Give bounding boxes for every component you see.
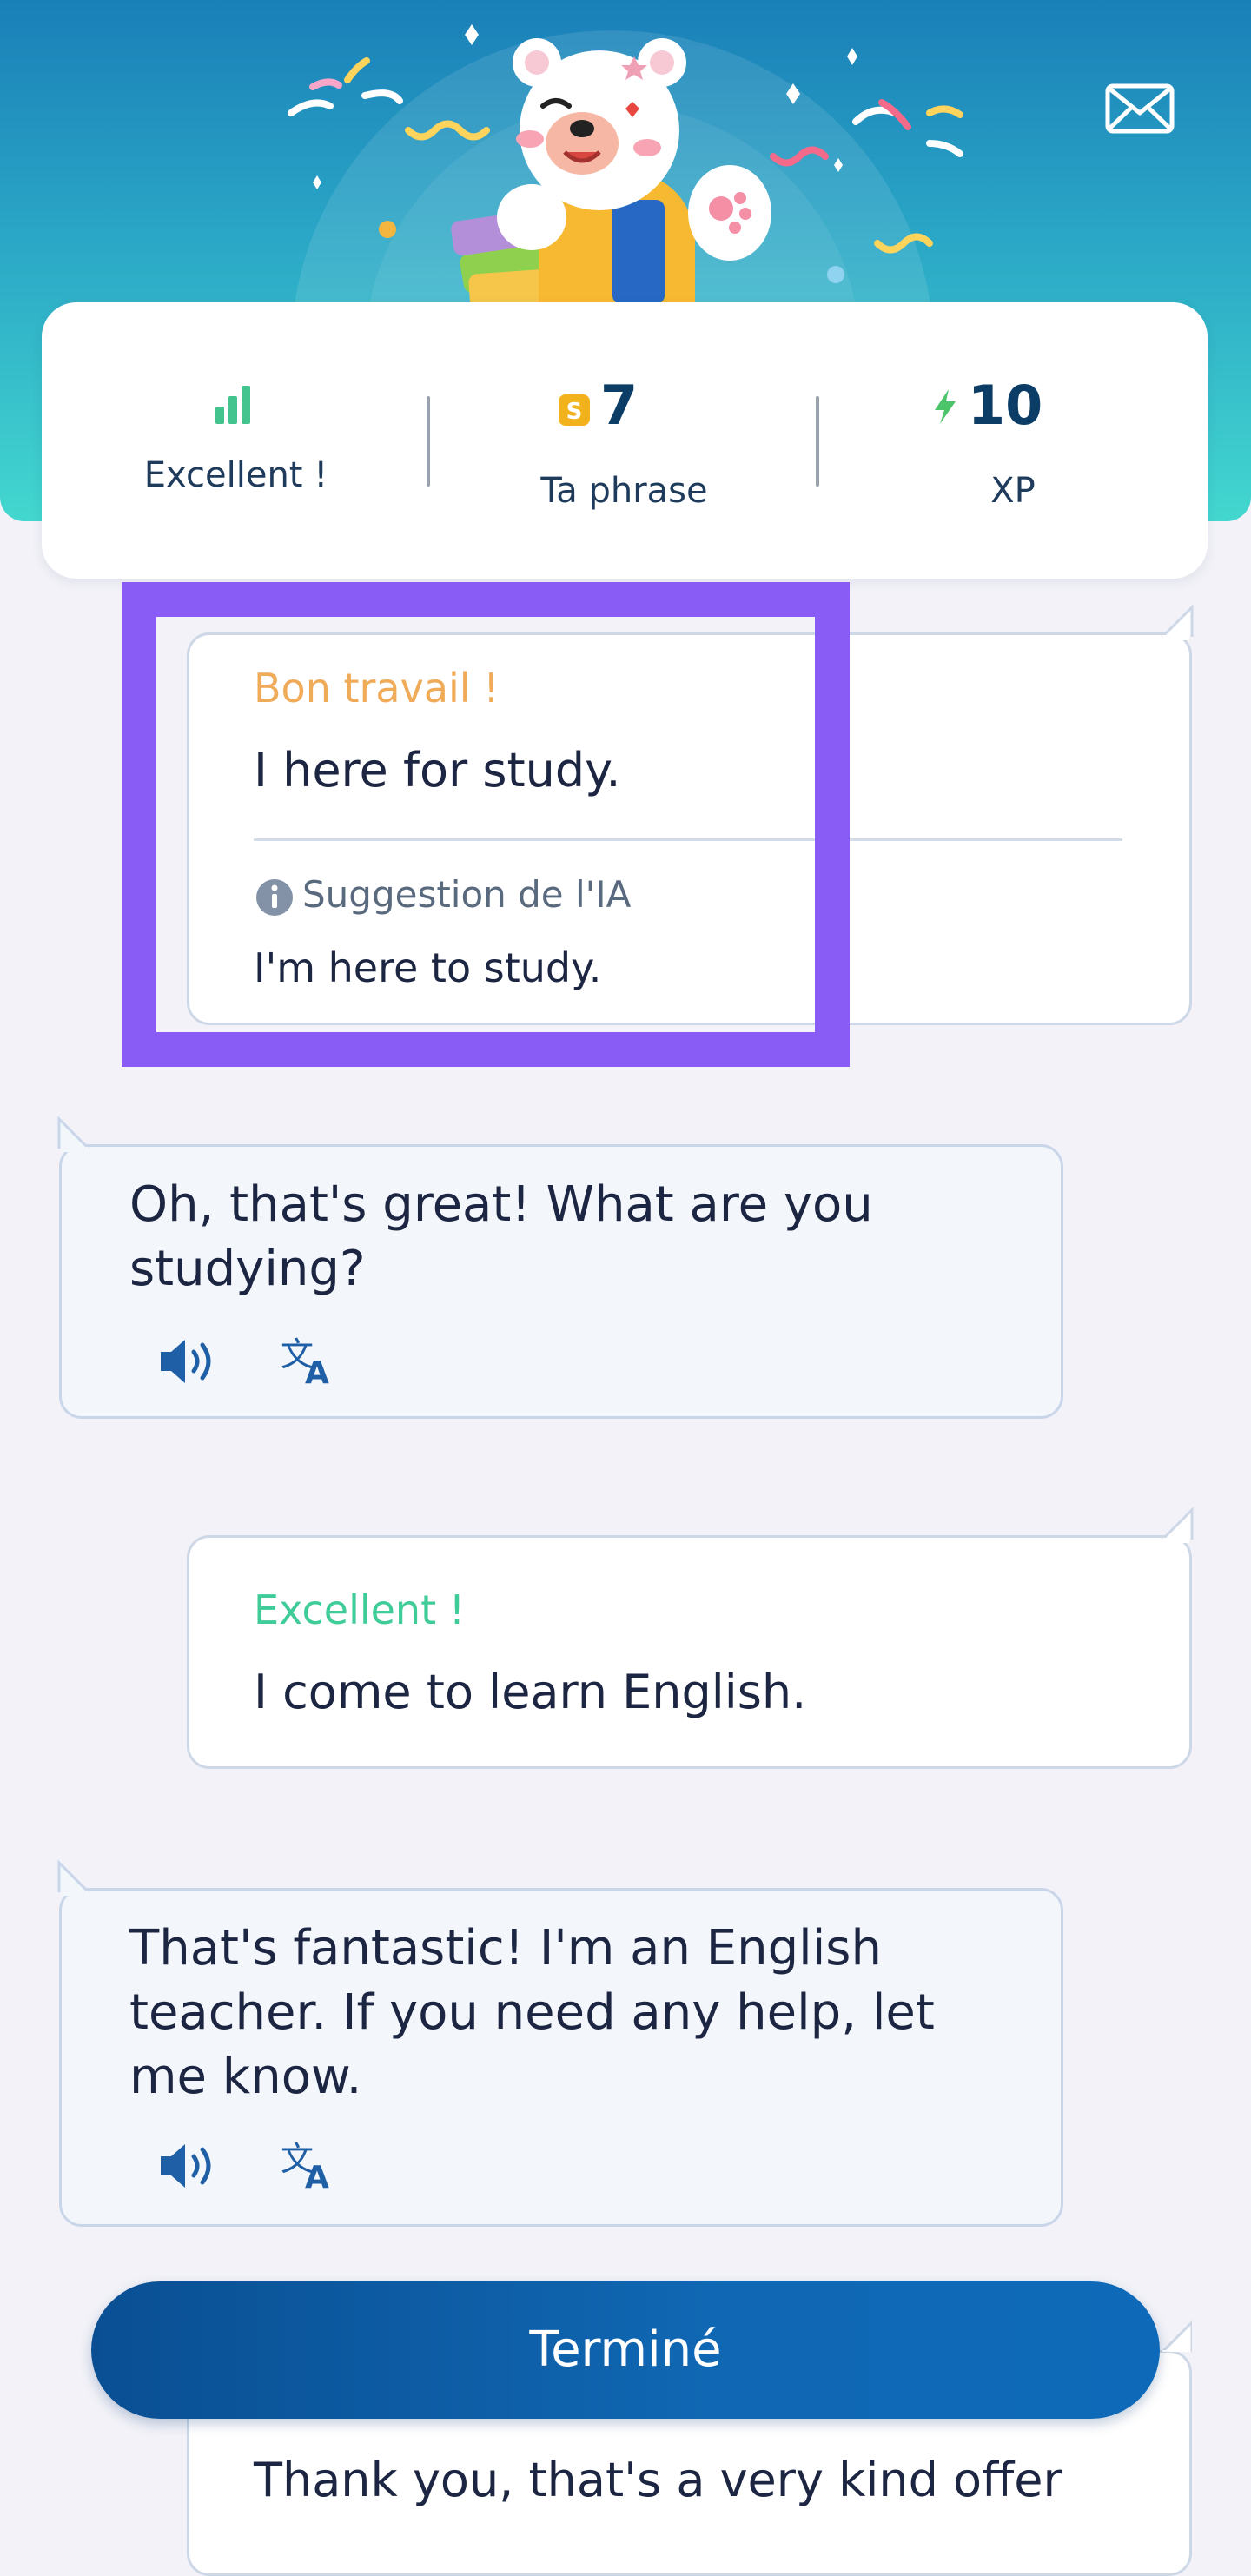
stat-sentence-label: Ta phrase <box>540 471 708 511</box>
svg-text:A: A <box>305 2160 329 2191</box>
signal-bars-icon <box>215 386 250 424</box>
grade-label: Bon travail ! <box>254 665 500 712</box>
done-button[interactable]: Terminé <box>91 2281 1160 2419</box>
envelope-icon[interactable] <box>1105 83 1175 134</box>
grade-label: Excellent ! <box>254 1586 466 1633</box>
stat-xp: 10 XP <box>818 302 1208 579</box>
user-message-bubble: Excellent ! I come to learn English. <box>187 1507 1194 1769</box>
stat-xp-value: 10 <box>968 374 1043 437</box>
bubble-tail <box>57 1859 90 1896</box>
tutor-message-bubble: That's fantastic! I'm an English teacher… <box>57 1859 1063 2227</box>
stat-rating-label: Excellent ! <box>143 455 328 495</box>
stat-xp-label: XP <box>990 471 1036 511</box>
bubble-tail <box>57 1116 90 1152</box>
user-sentence: I here for study. <box>254 743 621 798</box>
ai-suggestion-text: I'm here to study. <box>254 944 602 991</box>
polar-bear-mascot <box>451 38 771 304</box>
svg-text:S: S <box>566 399 583 425</box>
user-sentence: Thank you, that's a very kind offer <box>254 2453 1062 2507</box>
tutor-message-text: That's fantastic! I'm an English teacher… <box>129 1920 935 2105</box>
separator <box>254 838 1122 841</box>
stat-rating: Excellent ! <box>42 302 430 579</box>
lightning-icon <box>935 389 956 424</box>
bubble-tail <box>1161 1507 1194 1543</box>
user-message-bubble: Bon travail ! I here for study. Suggesti… <box>187 604 1194 1025</box>
translate-icon[interactable]: 文 A <box>281 2137 341 2191</box>
tutor-message-bubble: Oh, that's great! What are you studying?… <box>57 1116 1063 1419</box>
tutor-message-text: Oh, that's great! What are you studying? <box>129 1176 873 1297</box>
speaker-icon[interactable] <box>157 1334 218 1388</box>
bubble-tail <box>1161 604 1194 640</box>
stat-sentence-value: 7 <box>600 374 639 437</box>
stat-sentence-score: S 7 Ta phrase <box>430 302 818 579</box>
ai-suggestion-label: Suggestion de l'IA <box>302 873 632 916</box>
info-icon[interactable] <box>255 878 294 917</box>
bubble-tail <box>1162 2321 1192 2352</box>
translate-icon[interactable]: 文 A <box>281 1333 341 1387</box>
svg-text:A: A <box>305 1355 329 1387</box>
coin-s-icon: S <box>559 394 590 426</box>
stats-card: Excellent ! S 7 Ta phrase 10 XP <box>42 302 1208 579</box>
speaker-icon[interactable] <box>157 2139 218 2193</box>
user-sentence: I come to learn English. <box>254 1665 807 1719</box>
